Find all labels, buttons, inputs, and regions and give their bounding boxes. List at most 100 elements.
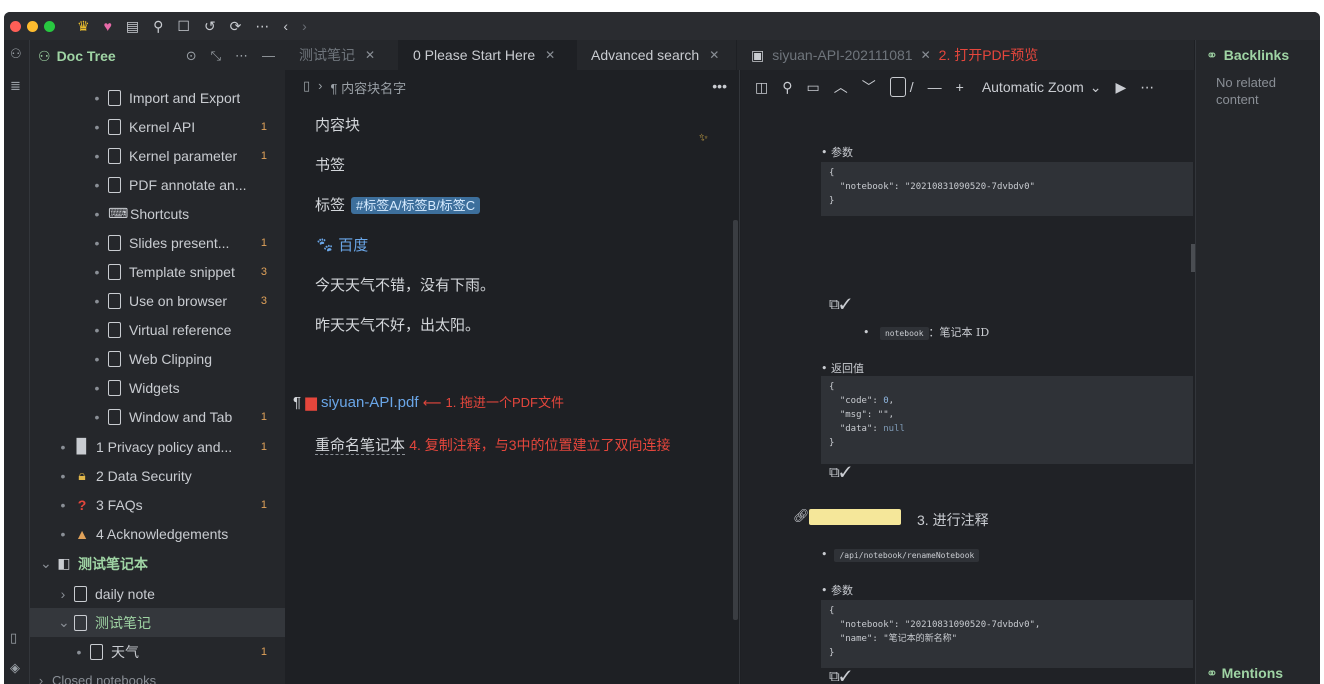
- pdf-highlight-annotation[interactable]: [809, 509, 901, 525]
- outline-icon[interactable]: ≣: [10, 78, 21, 94]
- tab-test-note[interactable]: 测试笔记 ✕: [285, 40, 399, 70]
- back-icon[interactable]: ‹: [283, 19, 288, 33]
- close-window-button[interactable]: [10, 20, 21, 32]
- editor-pane: ▯ › ¶ 内容块名字 ••• 内容块 ✨︎ 书签 标签 #标签A/标签B/标签C 🐾…: [285, 70, 740, 684]
- app-window: ♛ ♥ ▤ ⚲ ☐ ↺ ⟳ ⋯ ‹ › ⚇ ≣ ▯ ◈ ⚇ Doc Tree ⊙…: [4, 12, 1320, 684]
- tree-item[interactable]: • ▉ 1 Privacy policy and... 1: [30, 432, 285, 461]
- tree-item[interactable]: • ⌨ Shortcuts: [30, 199, 285, 228]
- chevron-right-icon: ›: [318, 78, 323, 93]
- tree-item[interactable]: • Use on browser 3: [30, 286, 285, 315]
- doc-tree-icon[interactable]: ⚇: [10, 46, 22, 62]
- block-bookmark[interactable]: 书签: [315, 154, 345, 175]
- copy-icon[interactable]: ⧉✓: [829, 668, 851, 684]
- sync-icon[interactable]: ⟳: [230, 19, 242, 33]
- heart-icon[interactable]: ♥: [104, 19, 112, 33]
- zoom-in-icon[interactable]: +: [956, 79, 964, 95]
- close-icon[interactable]: ✕: [365, 48, 375, 62]
- tree-item[interactable]: •? 3 FAQs 1: [30, 490, 285, 519]
- close-icon[interactable]: ✕: [709, 48, 719, 62]
- minimize-window-button[interactable]: [27, 20, 38, 32]
- block-tag[interactable]: 标签 #标签A/标签B/标签C: [315, 194, 481, 215]
- closed-notebooks[interactable]: › Closed notebooks: [30, 666, 285, 684]
- tree-item[interactable]: • Web Clipping: [30, 344, 285, 373]
- link-icon: ⚭: [1206, 46, 1218, 63]
- tree-item-selected[interactable]: ⌄ 测试笔记: [30, 608, 285, 637]
- zoom-window-button[interactable]: [44, 20, 55, 32]
- keyboard-icon: ⌨: [108, 205, 129, 221]
- link-icon[interactable]: 🔗︎: [793, 508, 810, 524]
- search-icon[interactable]: ⚲: [782, 79, 792, 96]
- block-weather-today[interactable]: 今天天气不错，没有下雨。: [315, 274, 495, 295]
- search-icon[interactable]: ⚲: [153, 19, 163, 33]
- tree-item[interactable]: • Template snippet 3: [30, 257, 285, 286]
- pdf-link[interactable]: siyuan-API.pdf: [321, 394, 419, 411]
- block-content[interactable]: 内容块: [315, 114, 360, 135]
- tree-item[interactable]: › daily note: [30, 579, 285, 608]
- chevron-up-icon[interactable]: ︿: [834, 77, 848, 97]
- zoom-select[interactable]: Automatic Zoom: [982, 79, 1084, 95]
- block-weather-yesterday[interactable]: 昨天天气不好，出太阳。: [315, 314, 480, 335]
- editor-scrollbar[interactable]: [733, 220, 738, 620]
- tag-icon[interactable]: ◈: [10, 660, 20, 676]
- backlinks-panel: ⚭ Backlinks No related content ⚭ Mentions: [1195, 40, 1320, 684]
- notebook-icon: ◧: [57, 555, 71, 571]
- zoom-out-icon[interactable]: —: [928, 79, 942, 95]
- tree-item[interactable]: • 🔒︎ 2 Data Security: [30, 461, 285, 490]
- pdf-code-block: { "notebook": "20210831090520-7dvbdv0" }: [821, 162, 1193, 216]
- notebook-item[interactable]: ⌄ ◧ 测试笔记本: [30, 549, 285, 578]
- more-icon[interactable]: •••: [712, 78, 727, 94]
- chevron-down-icon[interactable]: ﹀: [862, 77, 876, 97]
- chevron-down-icon[interactable]: ⌄: [40, 555, 52, 572]
- tree-item[interactable]: • ▲ 4 Acknowledgements: [30, 519, 285, 548]
- document-icon: ▉: [76, 438, 88, 454]
- tree-item[interactable]: • PDF annotate an...: [30, 170, 285, 199]
- pray-icon: ▲: [75, 525, 89, 542]
- present-icon[interactable]: ▶: [1115, 79, 1126, 96]
- tag-chip[interactable]: #标签A/标签B/标签C: [351, 197, 481, 214]
- tree-item[interactable]: • Window and Tab 1: [30, 402, 285, 431]
- tree-item[interactable]: • Virtual reference: [30, 315, 285, 344]
- crown-icon[interactable]: ♛: [77, 19, 90, 33]
- annotation-drag-pdf: 1. 拖进一个PDF文件: [445, 395, 564, 410]
- tree-item[interactable]: • 天气 1: [30, 637, 285, 666]
- tab-pdf[interactable]: ▣ siyuan-API-202111081 ✕ 2. 打开PDF预览: [737, 40, 1195, 70]
- chevron-down-icon[interactable]: ⌄: [1090, 79, 1102, 96]
- focus-icon[interactable]: ⊙: [186, 48, 197, 64]
- collapse-icon[interactable]: ⤡: [211, 48, 221, 64]
- sidebar-toggle-icon[interactable]: ◫: [755, 79, 768, 96]
- mentions-title[interactable]: ⚭ Mentions: [1206, 665, 1283, 682]
- more-icon[interactable]: ⋯: [255, 19, 269, 33]
- copy-icon[interactable]: ⧉✓: [829, 296, 851, 313]
- forward-icon[interactable]: ›: [302, 19, 307, 33]
- tree-item[interactable]: • Kernel parameter 1: [30, 141, 285, 170]
- chevron-right-icon[interactable]: ›: [58, 586, 68, 602]
- tab-bar: 测试笔记 ✕ 0 Please Start Here ✕ Advanced sear…: [285, 40, 1195, 70]
- calendar-icon[interactable]: ▤: [126, 19, 139, 33]
- close-icon[interactable]: ✕: [545, 48, 555, 62]
- page-icon[interactable]: ▭: [807, 79, 820, 96]
- copy-icon[interactable]: ⧉✓: [829, 464, 851, 481]
- history-icon[interactable]: ↺: [204, 19, 216, 33]
- tree-item[interactable]: • Slides present... 1: [30, 228, 285, 257]
- pdf-block[interactable]: ¶ ▆ siyuan-API.pdf ⟵ 1. 拖进一个PDF文件: [293, 392, 564, 411]
- tree-item[interactable]: • Widgets: [30, 373, 285, 402]
- tab-advanced-search[interactable]: Advanced search ✕: [577, 40, 737, 70]
- square-icon[interactable]: ☐: [177, 19, 190, 33]
- more-icon[interactable]: ⋯: [1140, 79, 1154, 96]
- file-icon: [108, 176, 121, 193]
- chevron-down-icon[interactable]: ⌄: [58, 614, 70, 631]
- page-separator: /: [909, 79, 914, 95]
- page-number-input[interactable]: [889, 77, 906, 97]
- tab-please-start-here[interactable]: 0 Please Start Here ✕: [399, 40, 577, 70]
- more-icon[interactable]: ⋯: [235, 48, 248, 64]
- tree-item[interactable]: • Kernel API 1: [30, 112, 285, 141]
- file-icon[interactable]: ▯: [303, 78, 310, 97]
- left-dock: ⚇ ≣ ▯ ◈: [4, 40, 30, 684]
- minimize-panel-icon[interactable]: —: [262, 48, 275, 64]
- bookmark-icon[interactable]: ▯: [10, 630, 17, 646]
- tree-item[interactable]: • Import and Export: [30, 83, 285, 112]
- close-icon[interactable]: ✕: [921, 48, 931, 62]
- lock-icon: 🔒︎: [78, 467, 86, 483]
- link-baidu[interactable]: 🐾︎ 百度: [315, 234, 368, 255]
- block-rename[interactable]: 重命名笔记本 4. 复制注释，与3中的位置建立了双向连接: [315, 434, 671, 455]
